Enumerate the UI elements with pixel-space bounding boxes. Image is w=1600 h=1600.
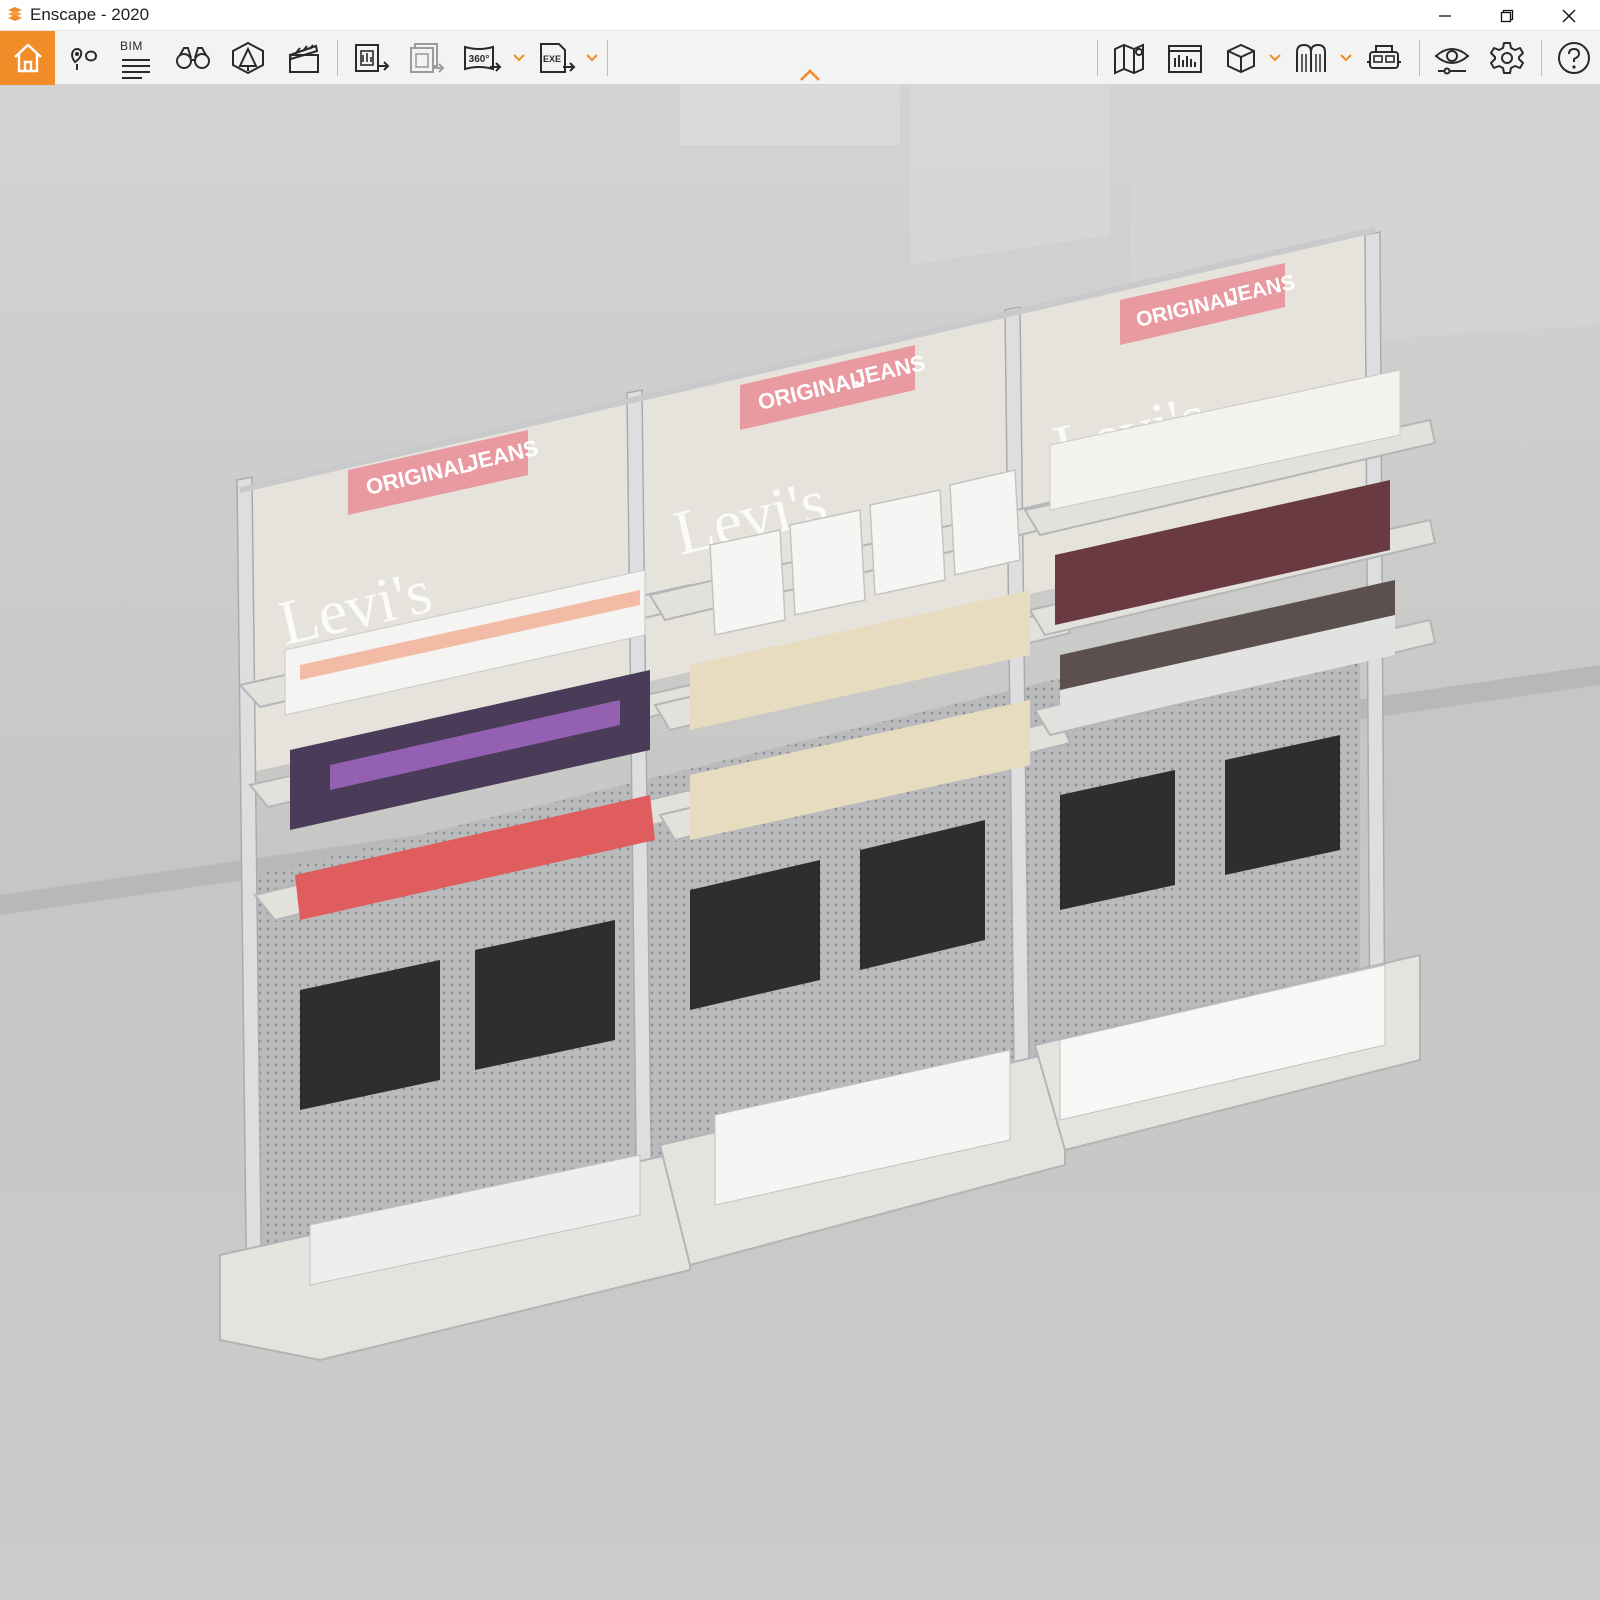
export-dropdown-button[interactable] bbox=[584, 31, 600, 85]
render-image-icon bbox=[355, 44, 390, 72]
eye-icon bbox=[1434, 48, 1470, 75]
restore-icon bbox=[1500, 9, 1514, 22]
export-exe-text: EXE bbox=[543, 54, 561, 64]
materials-dropdown-button[interactable] bbox=[1338, 31, 1354, 85]
help-button[interactable] bbox=[1552, 31, 1596, 85]
chevron-down-icon bbox=[1340, 54, 1352, 62]
vr-headset-icon bbox=[1367, 45, 1401, 69]
bim-label: BIM bbox=[120, 39, 143, 53]
enscape-logo-icon bbox=[0, 0, 30, 31]
chevron-down-icon bbox=[586, 54, 598, 62]
settings-button[interactable] bbox=[1485, 31, 1529, 85]
batch-render-button[interactable] bbox=[405, 31, 449, 85]
toolbar-separator bbox=[607, 40, 608, 76]
restore-button[interactable] bbox=[1476, 0, 1538, 31]
main-toolbar: BIM 360° EXE bbox=[0, 31, 1600, 85]
binoculars-icon bbox=[176, 47, 210, 69]
materials-button[interactable] bbox=[1290, 31, 1334, 85]
help-icon bbox=[1558, 42, 1590, 74]
map-pin-icon bbox=[71, 47, 98, 70]
close-icon bbox=[1562, 9, 1576, 22]
wall-step-block bbox=[910, 85, 1110, 265]
batch-render-icon bbox=[410, 43, 445, 73]
pitcher bbox=[949, 469, 1021, 576]
render-viewport[interactable]: Levi's Levi's Levi's ORIGINAL JEANS ORIG… bbox=[0, 85, 1600, 1600]
pitcher bbox=[789, 509, 866, 616]
toolbar-separator bbox=[1541, 40, 1542, 76]
window-title: Enscape - 2020 bbox=[30, 5, 150, 24]
chevron-down-icon bbox=[1269, 54, 1281, 62]
pitcher bbox=[869, 489, 946, 596]
title-bar: Enscape - 2020 bbox=[0, 0, 1600, 31]
views-button[interactable] bbox=[62, 31, 106, 85]
gear-icon bbox=[1490, 42, 1524, 74]
view-cube-button[interactable] bbox=[1219, 31, 1263, 85]
clapperboard-icon bbox=[288, 44, 319, 73]
video-editor-button[interactable] bbox=[282, 31, 326, 85]
bim-button[interactable]: BIM bbox=[114, 31, 158, 85]
close-button[interactable] bbox=[1538, 0, 1600, 31]
collapse-toolbar-button[interactable] bbox=[796, 67, 824, 83]
panorama-dropdown-button[interactable] bbox=[511, 31, 527, 85]
toolbar-separator bbox=[337, 40, 338, 76]
pitcher bbox=[709, 529, 786, 636]
asset-library-icon bbox=[232, 41, 264, 75]
panorama-360-text: 360° bbox=[469, 54, 490, 65]
panorama-button[interactable]: 360° bbox=[460, 31, 504, 85]
wall-step-block bbox=[680, 85, 900, 145]
visual-settings-button[interactable] bbox=[1430, 31, 1474, 85]
panorama-360-icon: 360° bbox=[464, 45, 502, 72]
cube-icon bbox=[1227, 43, 1255, 74]
chevron-up-icon bbox=[800, 69, 820, 81]
screenshot-icon bbox=[1168, 45, 1202, 73]
home-icon bbox=[13, 43, 42, 73]
arches-icon bbox=[1296, 43, 1326, 72]
chevron-down-icon bbox=[513, 54, 525, 62]
screenshot-button[interactable] bbox=[1163, 31, 1207, 85]
walk-mode-button[interactable] bbox=[171, 31, 215, 85]
map-button[interactable] bbox=[1108, 31, 1152, 85]
toolbar-separator bbox=[1419, 40, 1420, 76]
export-exe-button[interactable]: EXE bbox=[535, 31, 579, 85]
minimize-button[interactable] bbox=[1414, 0, 1476, 31]
view-cube-dropdown-button[interactable] bbox=[1267, 31, 1283, 85]
toolbar-separator bbox=[1097, 40, 1098, 76]
render-image-button[interactable] bbox=[350, 31, 394, 85]
shelf-scene: Levi's Levi's Levi's ORIGINAL JEANS ORIG… bbox=[0, 85, 1600, 1600]
export-exe-icon: EXE bbox=[540, 43, 576, 73]
vr-headset-button[interactable] bbox=[1362, 31, 1406, 85]
asset-library-button[interactable] bbox=[226, 31, 270, 85]
home-button[interactable] bbox=[0, 31, 55, 85]
map-icon bbox=[1114, 43, 1144, 75]
minimize-icon bbox=[1439, 14, 1451, 17]
